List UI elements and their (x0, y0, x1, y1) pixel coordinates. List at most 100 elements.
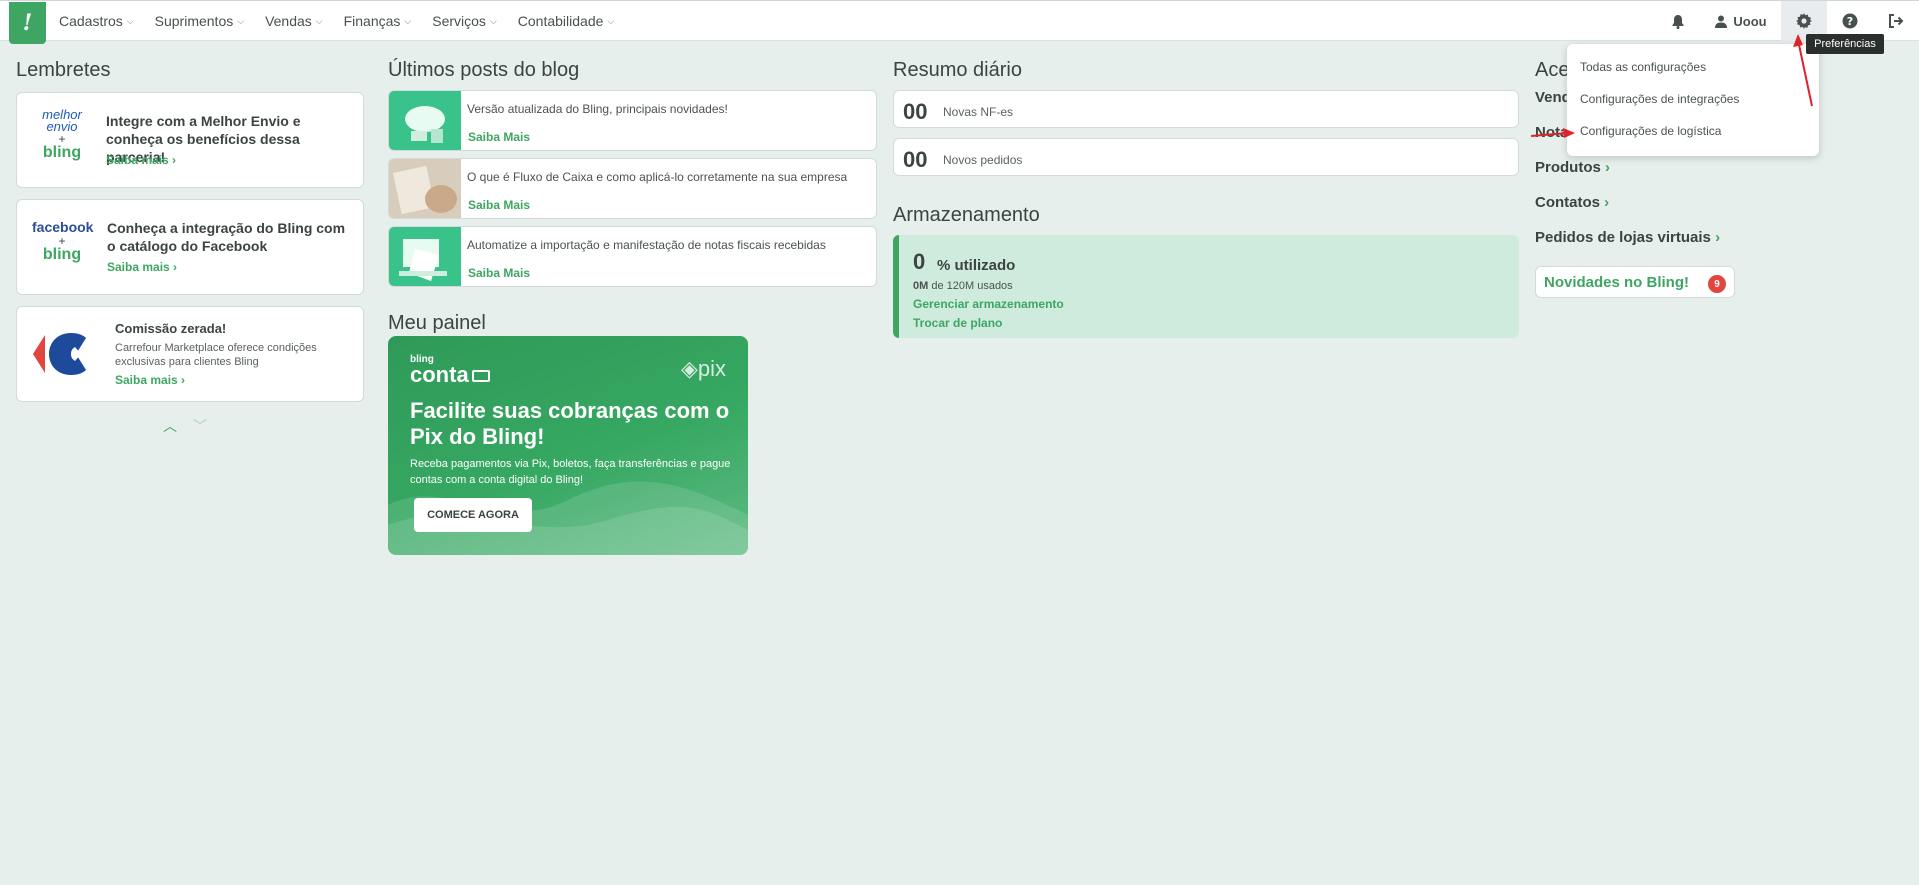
preferences-tooltip: Preferências (1806, 34, 1884, 54)
nav-label: Vendas (265, 13, 312, 29)
chevron-down-icon[interactable]: ﹀ (193, 416, 207, 436)
quick-link-pedidos-lojas[interactable]: Pedidos de lojas virtuais › (1535, 229, 1720, 246)
quick-link-label: Pedidos de lojas virtuais (1535, 229, 1711, 246)
nav-suprimentos[interactable]: Suprimentos ⌵ (155, 13, 244, 29)
nav-label: Finanças (343, 13, 401, 29)
conta-text: conta (410, 362, 469, 387)
saiba-mais-link[interactable]: Saiba Mais (468, 130, 530, 144)
reminder-title: Comissão zerada! (115, 321, 227, 336)
link-label: Saiba mais (115, 373, 178, 387)
logo-text: facebook (32, 219, 94, 235)
resumo-pedidos[interactable]: 00 Novos pedidos (893, 138, 1519, 176)
logo-text: bling (42, 144, 82, 161)
chevron-right-icon: › (181, 373, 186, 387)
nav-label: Suprimentos (154, 13, 234, 29)
post-title: Versão atualizada do Bling, principais n… (467, 102, 728, 116)
acesso-title: Ace (1535, 59, 1570, 81)
quick-link-label: Produtos (1535, 159, 1601, 176)
help-icon: ? (1842, 13, 1858, 29)
menu-item-config-integracoes[interactable]: Configurações de integrações (1580, 92, 1739, 106)
storage-used-rest: de 120M usados (931, 280, 1013, 292)
saiba-mais-link[interactable]: Saiba mais › (115, 373, 185, 387)
nav-cadastros[interactable]: Cadastros ⌵ (59, 13, 134, 29)
storage-usage: 0M de 120M usados (913, 280, 1013, 292)
storage-panel: 0 % utilizado 0M de 120M usados Gerencia… (893, 235, 1519, 338)
user-name: Uoou (1733, 13, 1767, 29)
nav-label: Serviços (432, 13, 486, 29)
menu-item-todas-configuracoes[interactable]: Todas as configurações (1580, 60, 1706, 74)
chevron-up-icon[interactable]: ︿ (163, 416, 177, 436)
pix-text: pix (697, 356, 726, 381)
reminder-text: Carrefour Marketplace oferece condições … (115, 342, 317, 368)
bling-conta-pix-banner[interactable]: bling conta ◈pix Facilite suas cobranças… (388, 336, 748, 555)
svg-text:?: ? (1847, 15, 1853, 28)
chevron-right-icon: › (1605, 159, 1611, 176)
preferences-dropdown: Todas as configurações Configurações de … (1567, 44, 1819, 156)
nav-financas[interactable]: Finanças ⌵ (344, 13, 412, 29)
reminder-title: Conheça a integração do Bling com o catá… (107, 220, 346, 254)
manage-storage-link[interactable]: Gerenciar armazenamento (913, 297, 1064, 311)
reminder-card-carrefour[interactable]: Comissão zerada! Carrefour Marketplace o… (16, 306, 364, 402)
post-title: Automatize a importação e manifestação d… (467, 238, 826, 252)
quick-link-produtos[interactable]: Produtos › (1535, 159, 1610, 176)
nav-label: Contabilidade (517, 13, 604, 29)
nav-label: Cadastros (59, 13, 123, 29)
bling-logo-mark: ! (22, 10, 33, 36)
saiba-mais-link[interactable]: Saiba Mais (468, 266, 530, 280)
conta-wordmark: conta (410, 362, 490, 388)
blog-post[interactable]: Versão atualizada do Bling, principais n… (388, 90, 877, 151)
reminder-card-melhor-envio[interactable]: melhor envio + bling Integre com a Melho… (16, 92, 364, 188)
armazenamento-title: Armazenamento (893, 204, 1040, 226)
blog-post[interactable]: Automatize a importação e manifestação d… (388, 226, 877, 287)
saiba-mais-link[interactable]: Saiba mais › (106, 153, 176, 167)
nav-vendas[interactable]: Vendas ⌵ (265, 13, 323, 29)
logo-text: bling (42, 246, 82, 263)
resumo-label: Novas NF-es (943, 105, 1014, 119)
resumo-count: 00 (903, 147, 928, 172)
post-thumbnail-finance (389, 159, 461, 218)
saiba-mais-link[interactable]: Saiba mais › (107, 260, 177, 274)
nav-servicos[interactable]: Serviços ⌵ (432, 13, 497, 29)
resumo-nfe[interactable]: 00 Novas NF-es (893, 90, 1519, 128)
chevron-right-icon: › (172, 153, 177, 167)
reminder-card-facebook[interactable]: facebook + bling Conheça a integração do… (16, 199, 364, 295)
quick-link-contatos[interactable]: Contatos › (1535, 194, 1609, 211)
user-menu-button[interactable]: Uoou (1701, 1, 1781, 41)
post-title: O que é Fluxo de Caixa e como aplicá-lo … (467, 170, 848, 184)
storage-percent-label: % utilizado (937, 257, 1016, 274)
post-thumbnail-cloud (389, 91, 461, 150)
top-bar: ! Cadastros ⌵ Suprimentos ⌵ Vendas ⌵ Finanç… (0, 0, 1919, 44)
main-nav: Cadastros ⌵ Suprimentos ⌵ Vendas ⌵ Finanças… (59, 1, 614, 41)
resumo-count: 00 (903, 99, 928, 124)
chevron-down-icon: ⌵ (489, 15, 497, 26)
blog-title: Últimos posts do blog (388, 59, 580, 81)
quick-link-vendas[interactable]: Vend (1535, 89, 1571, 106)
saiba-mais-link[interactable]: Saiba Mais (468, 198, 530, 212)
chevron-down-icon: ⌵ (315, 15, 323, 26)
pix-diamond-icon: ◈ (680, 356, 698, 381)
chevron-right-icon: › (173, 260, 178, 274)
card-icon (471, 370, 490, 382)
notifications-button[interactable] (1655, 1, 1701, 41)
chevron-down-icon: ⌵ (404, 15, 412, 26)
bell-icon (1672, 14, 1684, 29)
novidades-count-badge: 9 (1708, 275, 1726, 293)
user-icon (1715, 15, 1728, 28)
comece-agora-button[interactable]: COMECE AGORA (414, 498, 532, 532)
lembretes-title: Lembretes (16, 59, 111, 81)
banner-headline: Facilite suas cobranças com o Pix do Bli… (410, 398, 730, 449)
melhor-envio-logo: melhor envio + bling (32, 108, 92, 169)
post-thumbnail-invoice (389, 227, 461, 286)
bling-logo[interactable]: ! (9, 2, 46, 44)
blog-post[interactable]: O que é Fluxo de Caixa e como aplicá-lo … (388, 158, 877, 219)
link-label: Saiba mais (106, 153, 169, 167)
link-label: Saiba mais (107, 260, 170, 274)
menu-item-config-logistica[interactable]: Configurações de logística (1580, 124, 1721, 138)
nav-contabilidade[interactable]: Contabilidade ⌵ (518, 13, 614, 29)
logout-icon (1889, 14, 1904, 28)
quick-link-notas[interactable]: Nota (1535, 124, 1568, 141)
reminder-pager: ︿ ﹀ (163, 416, 207, 436)
change-plan-link[interactable]: Trocar de plano (913, 316, 1002, 330)
quick-link-label: Contatos (1535, 194, 1600, 211)
novidades-button[interactable]: Novidades no Bling! 9 (1535, 266, 1735, 298)
